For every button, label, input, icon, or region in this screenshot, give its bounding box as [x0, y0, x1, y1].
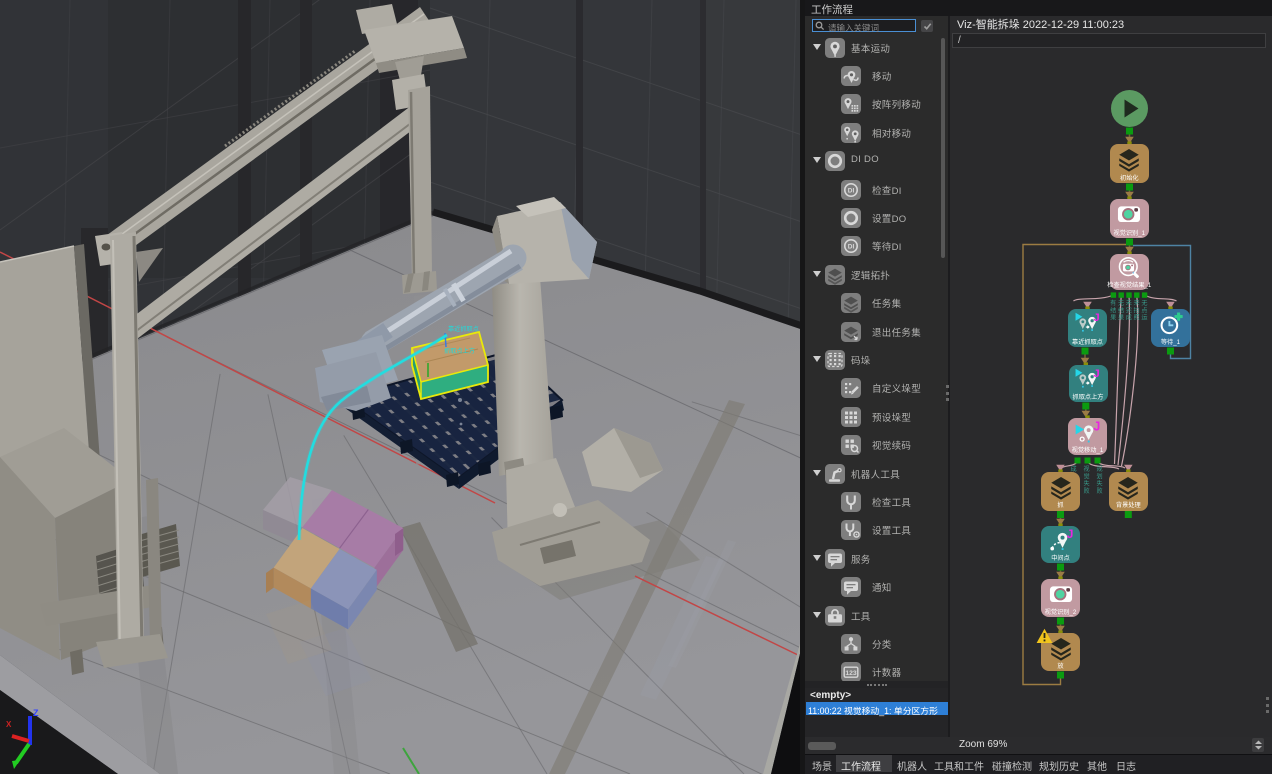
svg-text:123: 123 [845, 670, 857, 677]
svg-text:有结果: 有结果 [1110, 298, 1116, 322]
svg-text:规划失败: 规划失败 [1096, 464, 1102, 495]
svg-text:DI: DI [847, 243, 854, 250]
svg-text:J: J [1093, 311, 1099, 323]
svg-text:来拍照: 来拍照 [1134, 298, 1140, 322]
svg-text:靠近抓取点: 靠近抓取点 [448, 324, 479, 333]
svg-text:视觉失败: 视觉失败 [1083, 464, 1089, 495]
svg-text:抓取点上方: 抓取点上方 [444, 346, 475, 355]
svg-text:J: J [1093, 420, 1100, 433]
svg-text:DI: DI [847, 187, 854, 194]
svg-text:无结果: 无结果 [1118, 298, 1124, 322]
svg-text:无点运: 无点运 [1141, 298, 1147, 322]
svg-text:未完成: 未完成 [1126, 298, 1132, 322]
svg-text:J: J [1093, 367, 1099, 379]
svg-text:X: X [6, 720, 12, 729]
svg-text:J: J [1066, 528, 1073, 541]
svg-text:Z: Z [33, 708, 39, 718]
